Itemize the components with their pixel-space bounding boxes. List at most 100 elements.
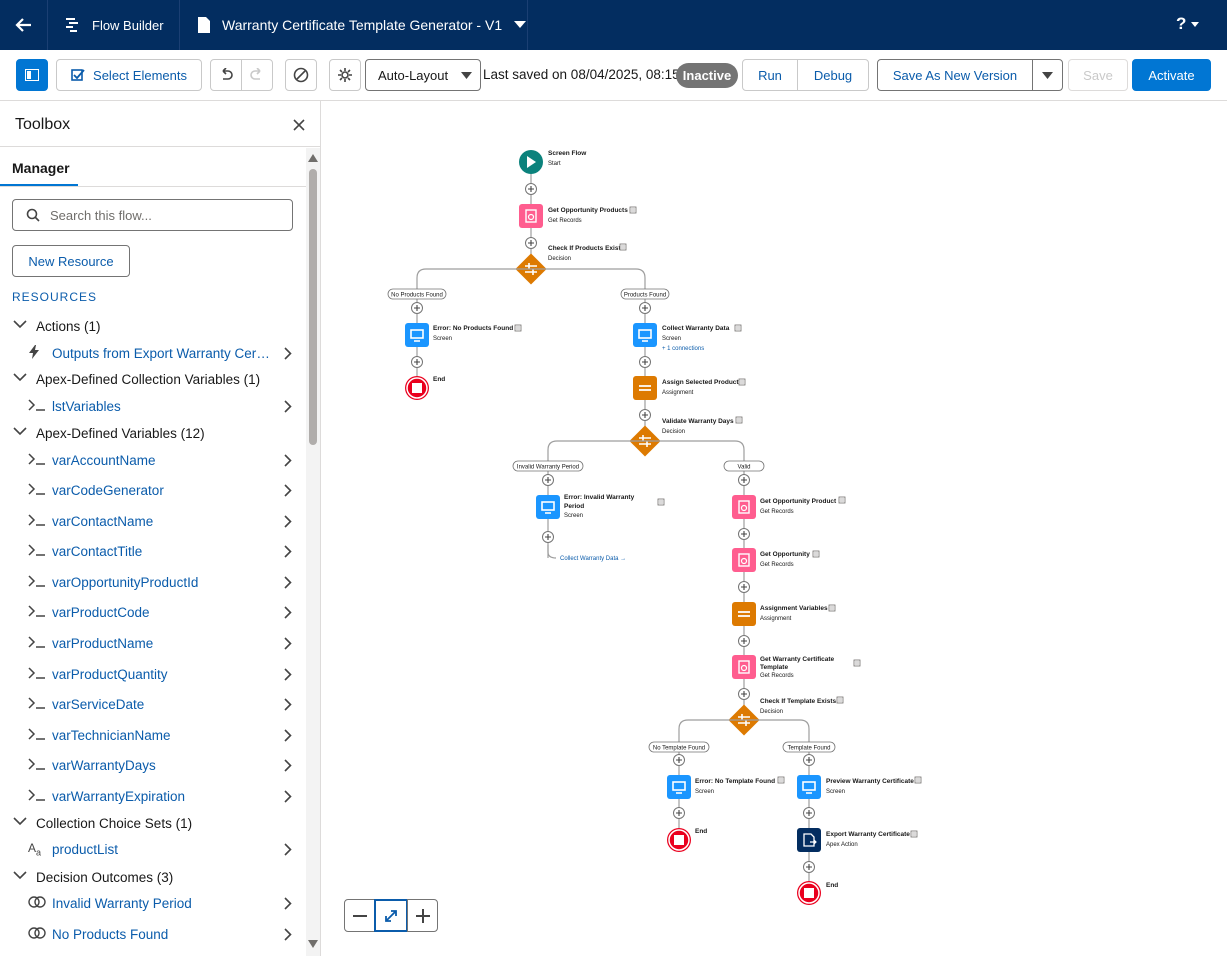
resource-item[interactable]: varContactName (0, 509, 306, 533)
chevron-right-icon[interactable] (284, 484, 292, 497)
resource-item[interactable]: varWarrantyExpiration (0, 784, 306, 808)
chevron-right-icon[interactable] (284, 545, 292, 558)
select-elements-button[interactable]: Select Elements (56, 59, 202, 91)
debug-button[interactable]: Debug (797, 59, 869, 91)
flow-canvas[interactable]: Screen Flow Start Get Opportunity Products… (322, 101, 1227, 956)
layout-mode-select[interactable]: Auto-Layout (365, 59, 481, 91)
resource-item[interactable]: varProductCode (0, 600, 306, 624)
chevron-right-icon[interactable] (284, 347, 292, 360)
show-errors-button[interactable] (285, 59, 317, 91)
add-element-button[interactable] (411, 302, 423, 314)
resource-item[interactable]: varWarrantyDays (0, 753, 306, 777)
resource-section[interactable]: Apex-Defined Collection Variables (1) (0, 367, 306, 391)
chevron-right-icon[interactable] (284, 668, 292, 681)
help-menu[interactable]: ? (1176, 14, 1200, 34)
chevron-right-icon[interactable] (284, 515, 292, 528)
add-element-button[interactable] (803, 754, 815, 766)
add-element-button[interactable] (673, 754, 685, 766)
resource-item[interactable]: varServiceDate (0, 692, 306, 716)
back-button[interactable] (0, 0, 48, 50)
assign-node[interactable] (732, 602, 756, 626)
zoom-out-button[interactable] (344, 899, 375, 932)
resource-section[interactable]: Decision Outcomes (3) (0, 865, 306, 889)
screen-node[interactable] (536, 495, 560, 519)
end-node[interactable] (405, 376, 429, 400)
apex-node[interactable] (797, 828, 821, 852)
new-resource-button[interactable]: New Resource (12, 245, 130, 277)
resource-item[interactable]: Invalid Warranty Period (0, 891, 306, 915)
screen-node[interactable] (667, 775, 691, 799)
assign-node[interactable] (633, 376, 657, 400)
add-element-button[interactable] (411, 356, 423, 368)
search-input[interactable]: Search this flow... (12, 199, 293, 231)
get-node[interactable] (732, 655, 756, 679)
save-options-button[interactable] (1032, 59, 1063, 91)
add-element-button[interactable] (542, 474, 554, 486)
add-element-button[interactable] (738, 635, 750, 647)
flow-title-menu[interactable]: Warranty Certificate Template Generator … (180, 0, 528, 50)
screen-node[interactable] (797, 775, 821, 799)
fit-to-view-button[interactable] (374, 899, 408, 932)
chevron-right-icon[interactable] (284, 897, 292, 910)
chevron-right-icon[interactable] (284, 400, 292, 413)
flow-settings-button[interactable] (329, 59, 361, 91)
chevron-right-icon[interactable] (284, 729, 292, 742)
resource-item[interactable]: varAccountName (0, 448, 306, 472)
screen-node[interactable] (405, 323, 429, 347)
close-icon[interactable] (292, 118, 306, 132)
resource-item[interactable]: Outputs from Export Warranty Certi... (0, 341, 306, 365)
scrollbar-thumb[interactable] (309, 169, 317, 445)
get-node[interactable] (732, 495, 756, 519)
add-element-button[interactable] (542, 531, 554, 543)
resource-item[interactable]: varProductQuantity (0, 662, 306, 686)
resource-item[interactable]: varTechnicianName (0, 723, 306, 747)
chevron-right-icon[interactable] (284, 698, 292, 711)
chevron-right-icon[interactable] (284, 606, 292, 619)
add-element-button[interactable] (738, 688, 750, 700)
run-button[interactable]: Run (742, 59, 798, 91)
add-element-button[interactable] (738, 528, 750, 540)
chevron-right-icon[interactable] (284, 843, 292, 856)
add-element-button[interactable] (639, 356, 651, 368)
save-as-new-version-button[interactable]: Save As New Version (877, 59, 1033, 91)
chevron-right-icon[interactable] (284, 790, 292, 803)
toggle-toolbox-button[interactable] (16, 59, 48, 91)
add-element-button[interactable] (639, 302, 651, 314)
resource-section[interactable]: Collection Choice Sets (1) (0, 811, 306, 835)
undo-button[interactable] (210, 59, 242, 91)
end-node[interactable] (667, 828, 691, 852)
add-element-button[interactable] (525, 237, 537, 249)
add-element-button[interactable] (803, 861, 815, 873)
chevron-right-icon[interactable] (284, 454, 292, 467)
add-element-button[interactable] (803, 807, 815, 819)
activate-button[interactable]: Activate (1132, 59, 1211, 91)
add-element-button[interactable] (639, 409, 651, 421)
resource-section[interactable]: Apex-Defined Variables (12) (0, 421, 306, 445)
add-element-button[interactable] (738, 474, 750, 486)
scroll-down-icon[interactable] (308, 940, 318, 948)
screen-node[interactable] (633, 323, 657, 347)
chevron-right-icon[interactable] (284, 576, 292, 589)
resource-item[interactable]: varOpportunityProductId (0, 570, 306, 594)
resource-section[interactable]: Actions (1) (0, 314, 306, 338)
resource-item[interactable]: varProductName (0, 631, 306, 655)
chevron-right-icon[interactable] (284, 759, 292, 772)
scroll-up-icon[interactable] (308, 154, 318, 162)
redo-button[interactable] (241, 59, 273, 91)
save-button[interactable]: Save (1068, 59, 1128, 91)
resource-item[interactable]: varContactTitle (0, 539, 306, 563)
zoom-in-button[interactable] (407, 899, 438, 932)
add-element-button[interactable] (673, 807, 685, 819)
end-node[interactable] (797, 881, 821, 905)
get-node[interactable] (519, 204, 543, 228)
resource-item[interactable]: Aa productList (0, 837, 306, 861)
resource-item[interactable]: varCodeGenerator (0, 478, 306, 502)
tab-manager[interactable]: Manager (0, 148, 78, 187)
resource-item[interactable]: No Products Found (0, 922, 306, 946)
resource-item[interactable]: lstVariables (0, 394, 306, 418)
get-node[interactable] (732, 548, 756, 572)
chevron-right-icon[interactable] (284, 637, 292, 650)
chevron-right-icon[interactable] (284, 928, 292, 941)
add-element-button[interactable] (525, 183, 537, 195)
add-element-button[interactable] (738, 581, 750, 593)
